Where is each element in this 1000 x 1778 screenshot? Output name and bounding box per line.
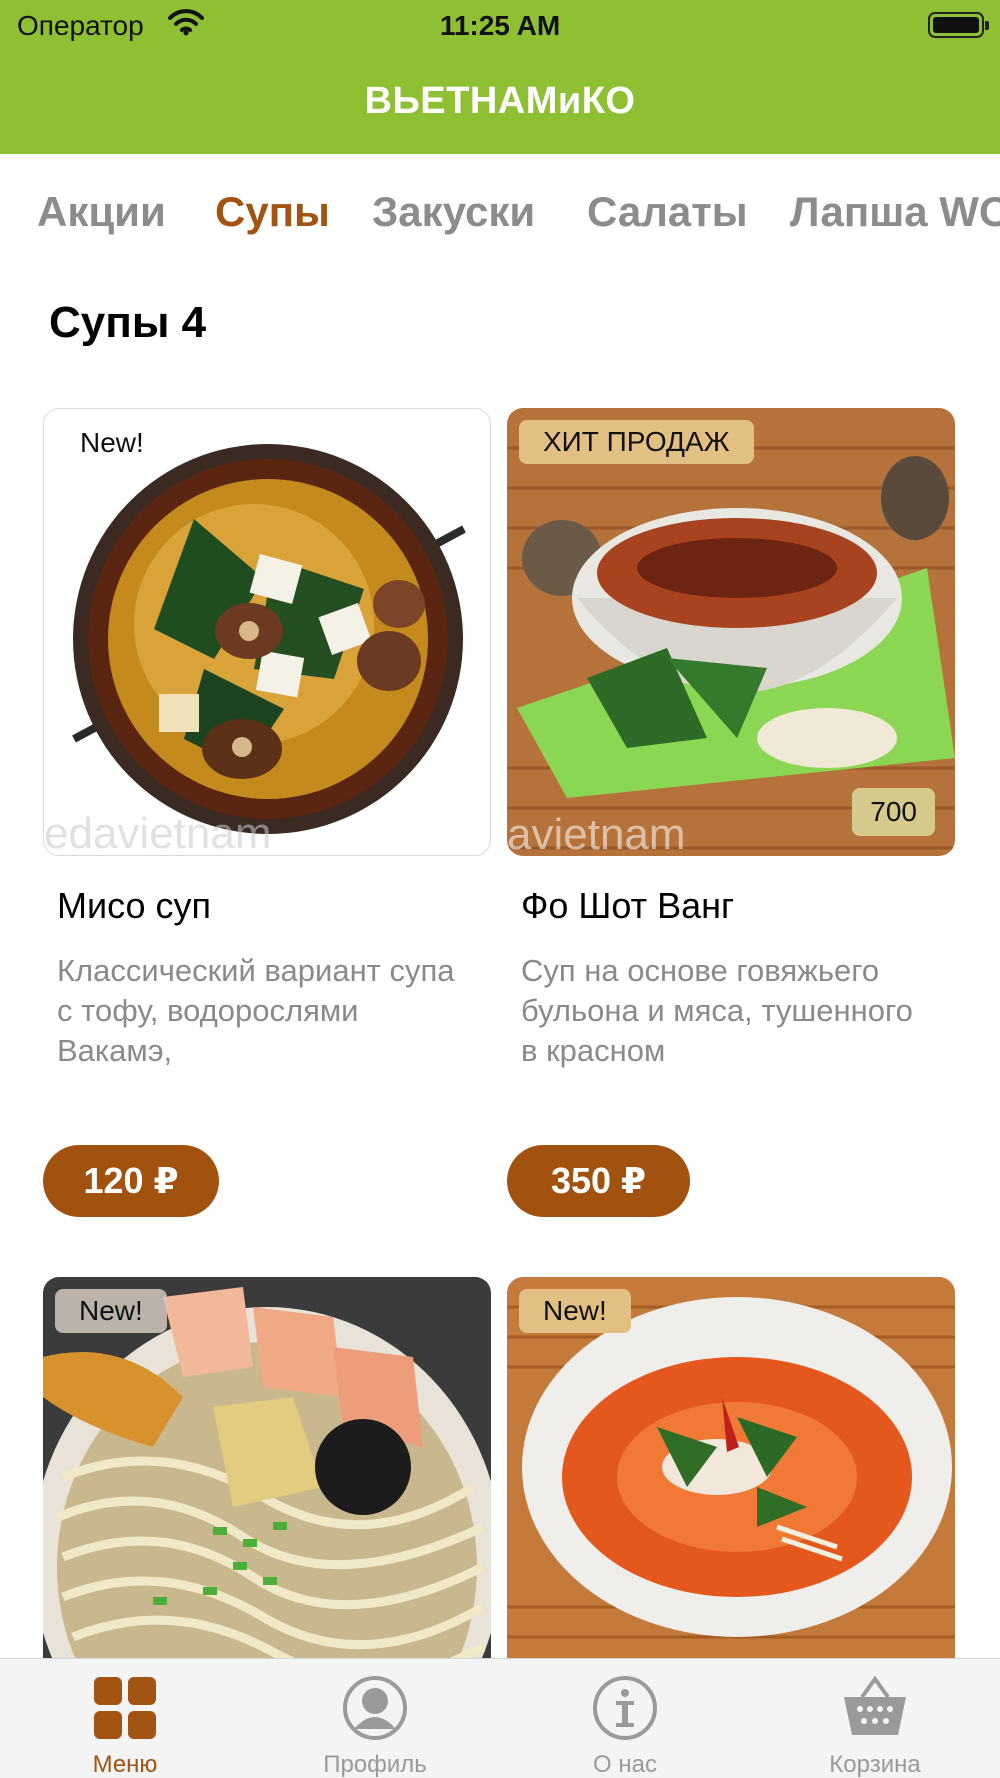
price-button[interactable]: 350 ₽: [507, 1145, 690, 1217]
category-tab-promotions[interactable]: Акции: [37, 188, 166, 236]
tab-profile[interactable]: Профиль: [250, 1659, 500, 1778]
status-time: 11:25 AM: [439, 10, 561, 41]
new-badge: New!: [55, 1289, 167, 1333]
category-tab-wok-noodles[interactable]: Лапша WOK: [790, 188, 1000, 236]
tab-cart[interactable]: Корзина: [750, 1659, 1000, 1778]
category-tabs[interactable]: Акции Супы Закуски Салаты Лапша WOK: [0, 154, 1000, 266]
battery-icon: [928, 12, 989, 38]
nav-bar: ВЬЕТНАМиКО: [0, 52, 1000, 154]
app-title: ВЬЕТНАМиКО: [364, 80, 636, 122]
weight-badge: 700: [852, 788, 935, 836]
profile-icon: [342, 1675, 408, 1741]
price-button[interactable]: 120 ₽: [43, 1145, 219, 1217]
tab-label: Корзина: [829, 1751, 921, 1778]
bestseller-badge: ХИТ ПРОДАЖ: [519, 420, 754, 464]
image-watermark: avietnam: [507, 810, 686, 856]
category-tab-soups[interactable]: Супы: [215, 188, 330, 236]
bottom-tab-bar: Меню Профиль О нас Корзина: [0, 1658, 1000, 1778]
tab-menu[interactable]: Меню: [0, 1659, 250, 1778]
basket-icon: [842, 1675, 908, 1741]
tab-label: Меню: [92, 1751, 158, 1778]
tab-label: Профиль: [323, 1751, 427, 1778]
new-badge: New!: [519, 1289, 631, 1333]
product-name[interactable]: Фо Шот Ванг: [521, 885, 734, 927]
tab-label: О нас: [593, 1751, 657, 1778]
product-description: Классический вариант супа с тофу, водоро…: [57, 953, 455, 1068]
image-watermark: edavietnam: [44, 809, 272, 856]
info-icon: [592, 1675, 658, 1741]
category-tab-salads[interactable]: Салаты: [587, 188, 748, 236]
product-image-miso[interactable]: New! edavietnam: [43, 408, 491, 856]
tab-about[interactable]: О нас: [500, 1659, 750, 1778]
product-description: Суп на основе говяжьего бульона и мяса, …: [521, 953, 913, 1068]
product-name[interactable]: Мисо суп: [57, 885, 211, 927]
section-title: Супы 4: [49, 298, 207, 347]
new-badge: New!: [80, 427, 144, 458]
status-bar: Оператор 11:25 AM: [0, 0, 1000, 52]
product-image-noodles[interactable]: New!: [43, 1277, 491, 1658]
category-tab-snacks[interactable]: Закуски: [372, 188, 535, 236]
product-image-spicy-soup[interactable]: New!: [507, 1277, 955, 1658]
product-image-pho[interactable]: ХИТ ПРОДАЖ 700 avietnam: [507, 408, 955, 856]
grid-icon: [92, 1675, 158, 1741]
